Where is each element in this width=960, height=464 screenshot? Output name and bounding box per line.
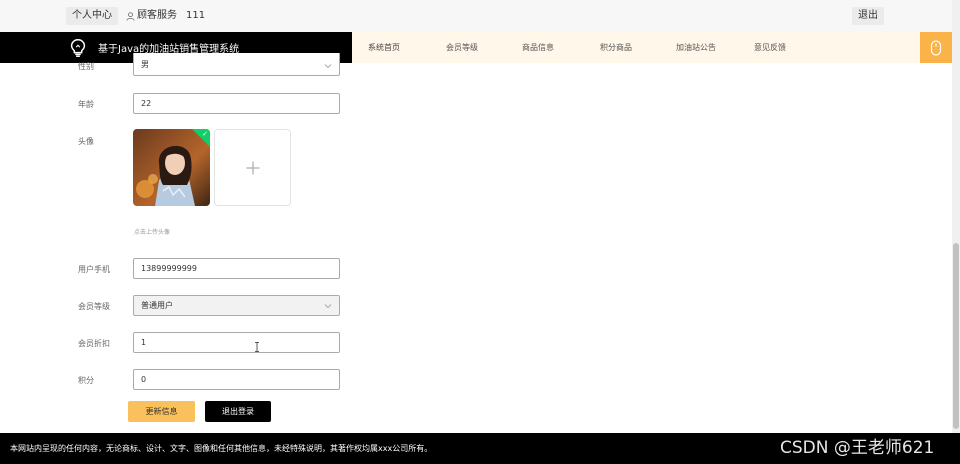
logout-button[interactable]: 退出登录 [205, 401, 271, 422]
phone-value: 13899999999 [141, 264, 197, 273]
gender-value: 男 [141, 60, 149, 69]
mouse-icon [930, 39, 942, 56]
gender-select[interactable]: 男 [133, 53, 340, 76]
text-cursor-icon [255, 342, 259, 352]
customer-service-link[interactable]: 顾客服务 [126, 7, 177, 25]
update-info-button[interactable]: 更新信息 [128, 401, 195, 422]
user-number: 111 [186, 10, 206, 21]
top-logout-button[interactable]: 退出 [852, 7, 884, 25]
points-input[interactable]: 0 [133, 369, 340, 390]
nav-points-products[interactable]: 积分商品 [600, 32, 632, 63]
points-value: 0 [141, 375, 147, 384]
top-bar: 个人中心 顾客服务 111 退出 [0, 0, 952, 32]
nav-member-level[interactable]: 会员等级 [446, 32, 478, 63]
member-level-label: 会员等级 [78, 302, 110, 311]
nav-products[interactable]: 商品信息 [522, 32, 554, 63]
discount-value: 1 [141, 338, 147, 347]
avatar-upload-button[interactable] [214, 129, 291, 206]
check-icon: ✓ [202, 130, 208, 138]
member-level-select[interactable]: 普通用户 [133, 295, 340, 316]
nav-feedback[interactable]: 意见反馈 [754, 32, 786, 63]
scrollbar-thumb[interactable] [953, 243, 959, 429]
phone-label: 用户手机 [78, 265, 110, 274]
chevron-down-icon [324, 64, 332, 69]
phone-input[interactable]: 13899999999 [133, 258, 340, 279]
upload-success-badge: ✓ [192, 129, 210, 147]
nav-corner-button[interactable] [920, 32, 952, 63]
age-input[interactable]: 22 [133, 93, 340, 114]
plus-icon [246, 161, 259, 174]
avatar-image[interactable]: ✓ [133, 129, 210, 206]
nav-announcements[interactable]: 加油站公告 [676, 32, 716, 63]
watermark: CSDN @王老师621 [780, 438, 935, 458]
customer-service-label: 顾客服务 [137, 10, 177, 21]
lightbulb-icon [66, 36, 90, 60]
scrollbar[interactable] [952, 0, 960, 433]
age-value: 22 [141, 99, 152, 108]
nav-home[interactable]: 系统首页 [368, 32, 400, 63]
main-nav: 系统首页 会员等级 商品信息 积分商品 加油站公告 意见反馈 [352, 32, 920, 63]
footer-copyright: 本网站内呈现的任何内容，无论商标、设计、文字、图像和任何其他信息，未经特殊说明，… [10, 444, 433, 453]
discount-label: 会员折扣 [78, 339, 110, 348]
points-label: 积分 [78, 376, 94, 385]
gender-label: 性别 [78, 62, 94, 71]
footer: 本网站内呈现的任何内容，无论商标、设计、文字、图像和任何其他信息，未经特殊说明，… [0, 433, 960, 464]
avatar-label: 头像 [78, 137, 94, 146]
avatar-upload-hint: 点击上传头像 [134, 229, 171, 236]
discount-input[interactable]: 1 [133, 332, 340, 353]
member-level-value: 普通用户 [141, 301, 173, 310]
user-icon [126, 11, 135, 21]
user-center-link[interactable]: 个人中心 [66, 7, 118, 25]
chevron-down-icon [324, 304, 332, 309]
age-label: 年龄 [78, 100, 94, 109]
